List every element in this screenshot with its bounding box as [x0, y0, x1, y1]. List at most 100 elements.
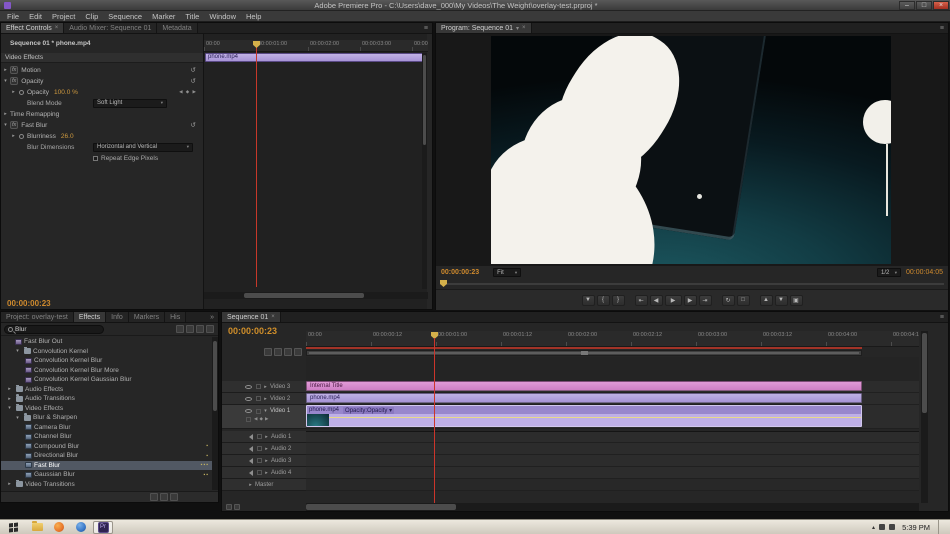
- toggle-track-audio-icon[interactable]: [246, 458, 253, 464]
- tree-item-channel-blur[interactable]: Channel Blur: [1, 432, 212, 442]
- tab-effects[interactable]: Effects: [74, 312, 106, 322]
- safe-margins-button[interactable]: □: [737, 295, 750, 306]
- search-input[interactable]: [15, 326, 93, 333]
- tab-project[interactable]: Project: overlay-test: [1, 312, 74, 322]
- toggle-track-audio-icon[interactable]: [246, 434, 253, 440]
- twirl-icon[interactable]: ▸: [5, 386, 14, 392]
- ec-v-scrollbar-track[interactable]: [422, 53, 427, 289]
- tree-folder-video-effects[interactable]: ▾Video Effects: [1, 404, 212, 414]
- track-header-audio-4[interactable]: ▸Audio 4: [222, 467, 306, 479]
- tree-item-fast-blur-out[interactable]: Fast Blur Out: [1, 337, 212, 347]
- track-lane-audio-3[interactable]: [306, 455, 919, 467]
- close-tab-icon[interactable]: ×: [271, 314, 275, 320]
- playback-resolution-dropdown[interactable]: 1/2▾: [877, 268, 901, 277]
- ec-playhead[interactable]: [256, 41, 257, 287]
- toggle-track-output-icon[interactable]: [245, 397, 252, 401]
- menu-marker[interactable]: Marker: [147, 12, 180, 21]
- twirl-icon[interactable]: ▸: [9, 133, 18, 139]
- fx-badge-icon[interactable]: fx: [10, 77, 18, 85]
- tray-network-icon[interactable]: [879, 524, 885, 530]
- menu-project[interactable]: Project: [47, 12, 80, 21]
- tab-markers[interactable]: Markers: [129, 312, 165, 322]
- twirl-icon[interactable]: ▸: [1, 111, 10, 117]
- go-to-out-button[interactable]: ⇥: [699, 295, 712, 306]
- effects-v-scrollbar-thumb[interactable]: [213, 341, 217, 411]
- track-header-audio-1[interactable]: ▸Audio 1: [222, 431, 306, 443]
- twirl-icon[interactable]: ▾: [1, 78, 10, 84]
- effect-row-time-remapping[interactable]: ▸ Time Remapping: [1, 109, 201, 119]
- timeline-v-scrollbar-thumb[interactable]: [922, 333, 927, 413]
- twirl-icon[interactable]: ▸: [246, 482, 255, 488]
- panel-menu-icon[interactable]: ≡: [936, 23, 948, 33]
- track-header-audio-3[interactable]: ▸Audio 3: [222, 455, 306, 467]
- new-item-icon[interactable]: [196, 325, 204, 333]
- tree-folder-audio-transitions[interactable]: ▸Audio Transitions: [1, 394, 212, 404]
- fx-badge-icon[interactable]: fx: [10, 66, 18, 74]
- zoom-in-icon[interactable]: [234, 504, 240, 510]
- taskbar-media-player-icon[interactable]: [71, 521, 91, 534]
- timeline-playhead[interactable]: [434, 338, 435, 503]
- scrub-playhead[interactable]: [440, 280, 447, 287]
- clip-effect-badge[interactable]: Opacity:Opacity ▾: [343, 407, 394, 414]
- tray-volume-icon[interactable]: [889, 524, 895, 530]
- twirl-icon[interactable]: ▸: [5, 396, 14, 402]
- tray-show-hidden-icon[interactable]: ▴: [872, 524, 875, 531]
- tree-item-directional-blur[interactable]: Directional Blur▪: [1, 451, 212, 461]
- tree-item-convolution-kernel-gaussian-blur[interactable]: Convolution Kernel Gaussian Blur: [1, 375, 212, 385]
- export-frame-button[interactable]: ▣: [790, 295, 803, 306]
- stopwatch-icon[interactable]: [19, 134, 24, 139]
- start-button[interactable]: [0, 520, 26, 534]
- twirl-icon[interactable]: ▾: [13, 348, 22, 354]
- effect-row-motion[interactable]: ▸ fx Motion ↺: [1, 65, 201, 75]
- twirl-icon[interactable]: ▸: [262, 470, 271, 476]
- zoom-level-dropdown[interactable]: Fit▾: [493, 268, 521, 277]
- timeline-h-scrollbar-thumb[interactable]: [306, 504, 456, 510]
- reset-effect-icon[interactable]: ↺: [191, 121, 196, 129]
- track-header-master[interactable]: ▸Master: [222, 479, 306, 491]
- menu-file[interactable]: File: [2, 12, 24, 21]
- twirl-icon[interactable]: ▸: [261, 384, 270, 390]
- keyframe-controls[interactable]: ◀◆▶: [222, 416, 306, 422]
- twirl-icon[interactable]: ▸: [5, 481, 14, 487]
- effects-v-scrollbar-track[interactable]: [212, 337, 218, 490]
- ec-h-scrollbar-thumb[interactable]: [244, 293, 364, 298]
- ec-timecode[interactable]: 00:00:00:23: [7, 299, 51, 308]
- track-lane-audio-2[interactable]: [306, 443, 919, 455]
- work-area-grip[interactable]: [581, 351, 588, 355]
- menu-window[interactable]: Window: [204, 12, 241, 21]
- toggle-track-audio-icon[interactable]: [246, 446, 253, 452]
- clip-internal-title[interactable]: Internal Title: [306, 381, 862, 391]
- clip-phone-mp4-v1[interactable]: phone.mp4 Opacity:Opacity ▾: [306, 405, 862, 427]
- blur-dimensions-dropdown[interactable]: Horizontal and Vertical▾: [93, 143, 193, 152]
- step-forward-button[interactable]: ▶: [684, 295, 697, 306]
- timeline-h-scrollbar-track[interactable]: [306, 503, 919, 511]
- add-marker-button[interactable]: ▼: [582, 295, 595, 306]
- extract-button[interactable]: ▼: [775, 295, 788, 306]
- taskbar-clock[interactable]: 5:39 PM: [902, 523, 930, 532]
- tab-metadata[interactable]: Metadata: [157, 23, 197, 33]
- scrub-track[interactable]: [440, 283, 944, 285]
- twirl-icon[interactable]: ▸: [1, 67, 10, 73]
- trash-icon[interactable]: [170, 493, 178, 501]
- repeat-edge-checkbox[interactable]: [93, 156, 98, 161]
- edit-workspaces-icon[interactable]: [294, 348, 302, 356]
- blurriness-value[interactable]: 26.0: [61, 133, 74, 140]
- param-row-blurriness[interactable]: ▸ Blurriness 26.0: [1, 131, 201, 141]
- next-keyframe-icon[interactable]: ▶: [265, 416, 268, 422]
- close-tab-icon[interactable]: ×: [522, 25, 526, 31]
- track-lane-video-3[interactable]: Internal Title: [306, 381, 919, 393]
- tab-program[interactable]: Program: Sequence 01▾×: [436, 23, 532, 33]
- track-header-audio-2[interactable]: ▸Audio 2: [222, 443, 306, 455]
- lift-button[interactable]: ▲: [760, 295, 773, 306]
- menu-edit[interactable]: Edit: [24, 12, 47, 21]
- track-lane-audio-4[interactable]: [306, 467, 919, 479]
- twirl-icon[interactable]: ▾: [13, 415, 22, 421]
- show-desktop-button[interactable]: [938, 520, 942, 534]
- twirl-icon[interactable]: ▸: [262, 458, 271, 464]
- program-video-frame[interactable]: [491, 36, 891, 264]
- tree-folder-blur-sharpen[interactable]: ▾Blur & Sharpen: [1, 413, 212, 423]
- zoom-out-icon[interactable]: [226, 504, 232, 510]
- new-folder-icon[interactable]: [186, 325, 194, 333]
- keyframe-navigator[interactable]: ◀ ◆ ▶: [179, 89, 197, 95]
- param-row-opacity[interactable]: ▸ Opacity 100.0 % ◀ ◆ ▶: [1, 87, 201, 97]
